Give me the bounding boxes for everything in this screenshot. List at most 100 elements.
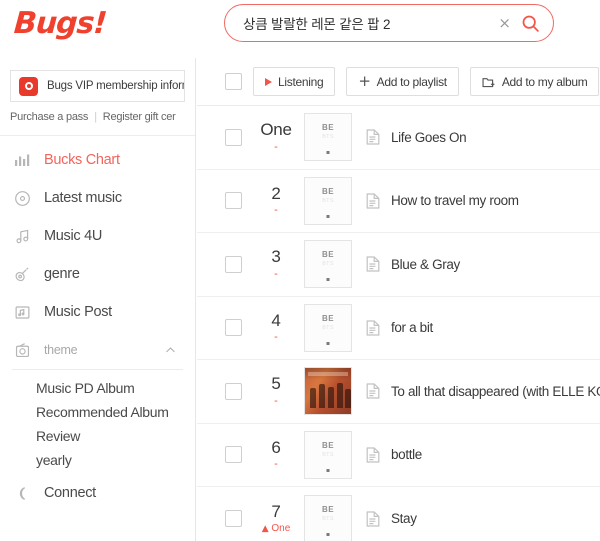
vip-membership-banner[interactable]: Bugs VIP membership inform — [10, 70, 185, 102]
track-meta: Blue & Gray — [366, 256, 460, 273]
track-title[interactable]: How to travel my room — [391, 193, 519, 208]
sidebar-item-label: Latest music — [44, 190, 122, 206]
album-art-figure — [310, 388, 316, 409]
rank-change: - — [274, 204, 278, 217]
table-row[interactable]: 6 - BE BTS bottle — [197, 424, 600, 487]
table-row[interactable]: 7 ▲ One BE BTS Stay — [197, 487, 600, 541]
lyrics-icon[interactable] — [366, 129, 381, 146]
table-row[interactable]: 5 - To all that disappeared (with ELLE K — [197, 360, 600, 424]
sidebar-item-genre[interactable]: genre — [0, 255, 195, 293]
lyrics-icon[interactable] — [366, 192, 381, 209]
album-art[interactable]: BE BTS — [304, 240, 352, 289]
sidebar-subitem-label: Recommended Album — [36, 404, 169, 420]
rank-change: - — [274, 458, 278, 471]
sidebar-item-music-4u[interactable]: Music 4U — [0, 217, 195, 255]
album-art-label: BE — [321, 440, 335, 450]
sidebar-subitem-yearly[interactable]: yearly — [0, 448, 195, 472]
rank-number: One — [260, 120, 292, 140]
add-to-my-album-button[interactable]: Add to my album — [469, 67, 600, 96]
sidebar-item-label: Music Post — [44, 304, 112, 320]
rank-change: ▲ One — [254, 523, 298, 535]
table-row[interactable]: 4 - BE BTS for a bit — [197, 297, 600, 360]
table-row[interactable]: 2 - BE BTS How to travel my room — [197, 170, 600, 233]
listening-button[interactable]: Listening — [253, 67, 336, 96]
chevron-up-icon[interactable] — [164, 344, 177, 357]
track-title[interactable]: To all that disappeared (with ELLE KOREA… — [391, 384, 600, 399]
row-checkbox[interactable] — [225, 319, 242, 337]
add-to-playlist-label: Add to playlist — [376, 74, 448, 89]
album-art-sublabel: BTS — [322, 324, 334, 331]
rank-cell: 2 - — [254, 183, 298, 217]
rank-number: 5 — [271, 374, 281, 394]
bugs-logo[interactable]: Bugs! — [13, 6, 108, 41]
album-art-figure — [328, 387, 334, 409]
search-bar[interactable]: × — [224, 4, 554, 42]
rank-change: - — [274, 140, 278, 153]
sidebar-item-latest-music[interactable]: Latest music — [0, 179, 195, 217]
album-art[interactable]: BE BTS — [304, 494, 352, 541]
rank-change: - — [274, 267, 278, 280]
album-art-sublabel: BTS — [322, 515, 334, 522]
sidebar-item-connect[interactable]: Connect — [0, 474, 195, 512]
purchase-pass-link[interactable]: Purchase a pass — [10, 111, 88, 123]
album-art[interactable]: BE BTS — [304, 303, 352, 352]
lyrics-icon[interactable] — [366, 446, 381, 463]
track-title[interactable]: for a bit — [391, 320, 433, 335]
album-art-dot — [326, 278, 330, 282]
album-art-sublabel: BTS — [322, 261, 334, 268]
album-art-dot — [326, 341, 330, 345]
clear-icon[interactable]: × — [498, 15, 511, 31]
row-checkbox[interactable] — [225, 382, 242, 400]
sidebar-subitem-recommended-album[interactable]: Recommended Album — [0, 400, 195, 424]
add-to-my-album-label: Add to my album — [501, 74, 588, 89]
row-checkbox[interactable] — [225, 128, 242, 146]
table-row[interactable]: 3 - BE BTS Blue & Gray — [197, 233, 600, 297]
track-list: One - BE BTS Life Goes On 2 - BE BTS How… — [197, 106, 600, 541]
select-all-checkbox[interactable] — [225, 73, 242, 90]
rank-number: 4 — [271, 310, 281, 330]
rank-cell: 4 - — [254, 310, 298, 344]
bugs-vip-icon — [19, 76, 38, 96]
rank-number: 6 — [271, 437, 281, 457]
register-gift-link[interactable]: Register gift cer — [103, 111, 176, 123]
lyrics-icon[interactable] — [366, 383, 381, 400]
rank-number: 2 — [271, 183, 281, 203]
plus-icon: + — [358, 72, 371, 90]
disc-icon — [12, 188, 32, 208]
add-to-playlist-button[interactable]: + Add to playlist — [346, 67, 459, 96]
row-checkbox[interactable] — [225, 446, 242, 464]
rank-cell: 7 ▲ One — [254, 503, 298, 534]
lyrics-icon[interactable] — [366, 510, 381, 527]
table-row[interactable]: One - BE BTS Life Goes On — [197, 106, 600, 170]
sidebar-subitem-music-pd-album[interactable]: Music PD Album — [0, 376, 195, 400]
sidebar-item-label: theme — [44, 343, 78, 357]
track-title[interactable]: Stay — [391, 511, 417, 526]
track-title[interactable]: Blue & Gray — [391, 257, 460, 272]
album-art[interactable]: BE BTS — [304, 176, 352, 225]
album-art-label: BE — [321, 504, 335, 514]
sidebar-item-music-post[interactable]: Music Post — [0, 293, 195, 331]
row-checkbox[interactable] — [225, 510, 242, 528]
search-input[interactable] — [243, 15, 499, 31]
lyrics-icon[interactable] — [366, 319, 381, 336]
album-art[interactable] — [304, 367, 352, 416]
rank-cell: One - — [254, 121, 298, 153]
track-title[interactable]: Life Goes On — [391, 130, 467, 145]
row-checkbox[interactable] — [225, 192, 242, 210]
search-icon[interactable] — [520, 13, 541, 34]
sidebar-item-bucks-chart[interactable]: Bucks Chart — [0, 141, 195, 179]
row-checkbox[interactable] — [225, 255, 242, 273]
sidebar-item-theme[interactable]: theme — [0, 331, 195, 369]
lyrics-icon[interactable] — [366, 256, 381, 273]
music-note-icon — [12, 226, 32, 246]
sidebar-item-label: Connect — [44, 485, 96, 501]
album-art-label: BE — [321, 123, 335, 133]
sidebar-item-label: genre — [44, 266, 80, 282]
page-header: Bugs! × — [0, 0, 600, 58]
album-art[interactable]: BE BTS — [304, 430, 352, 479]
sidebar-subitem-review[interactable]: Review — [0, 424, 195, 448]
album-art[interactable]: BE BTS — [304, 113, 352, 162]
album-art-figure — [319, 384, 325, 409]
track-title[interactable]: bottle — [391, 447, 422, 462]
rank-cell: 6 - — [254, 437, 298, 471]
